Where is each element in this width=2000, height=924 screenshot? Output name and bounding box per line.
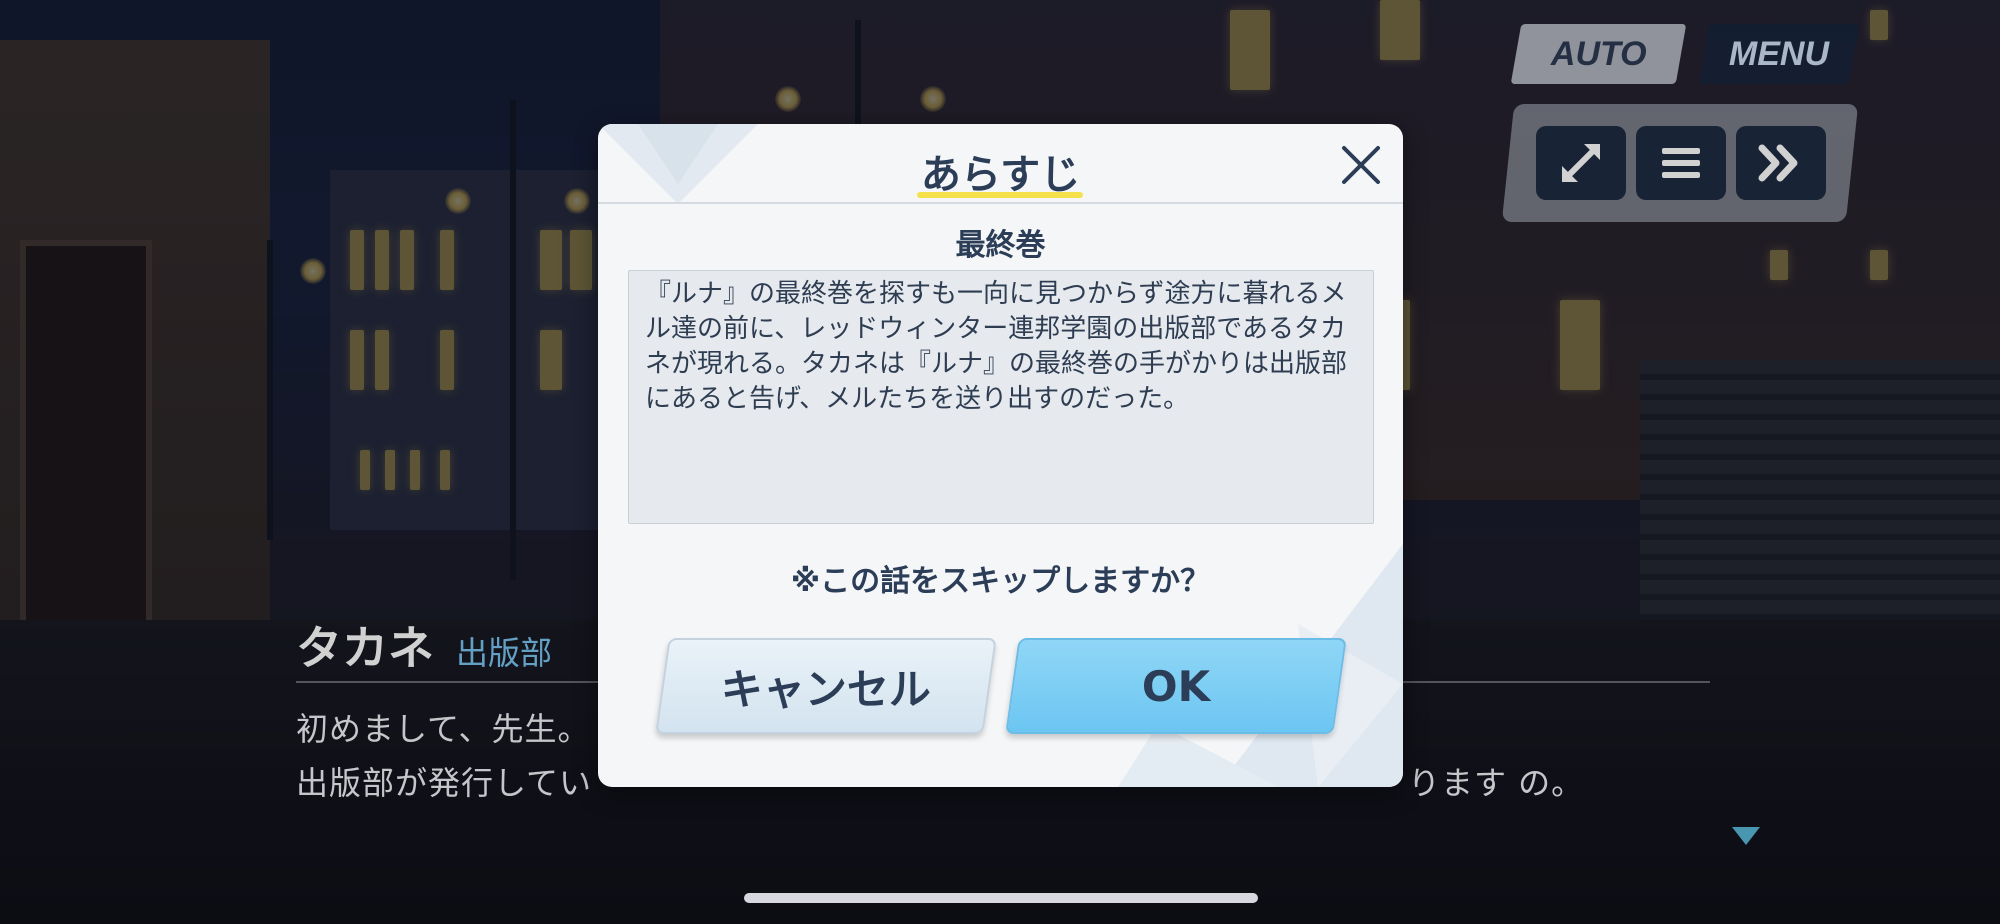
skip-question: ※この話をスキップしますか？ <box>790 564 1211 599</box>
close-icon <box>1342 146 1380 184</box>
chapter-title: 最終巻 <box>955 228 1046 263</box>
home-indicator[interactable] <box>744 893 1258 903</box>
close-button[interactable] <box>1336 140 1386 190</box>
synopsis-text: 『ルナ』の最終巻を探すも一向に見つからず途方に暮れるメル達の前に、レッドウィンタ… <box>645 279 1348 414</box>
title-underline <box>917 192 1083 198</box>
synopsis-box[interactable]: 『ルナ』の最終巻を探すも一向に見つからず途方に暮れるメル達の前に、レッドウィンタ… <box>628 270 1374 524</box>
title-separator <box>598 202 1403 204</box>
ok-button[interactable]: OK <box>1005 638 1347 734</box>
synopsis-dialog: あらすじ 最終巻 『ルナ』の最終巻を探すも一向に見つからず途方に暮れるメル達の前… <box>598 124 1403 787</box>
cancel-button[interactable]: キャンセル <box>655 638 997 734</box>
